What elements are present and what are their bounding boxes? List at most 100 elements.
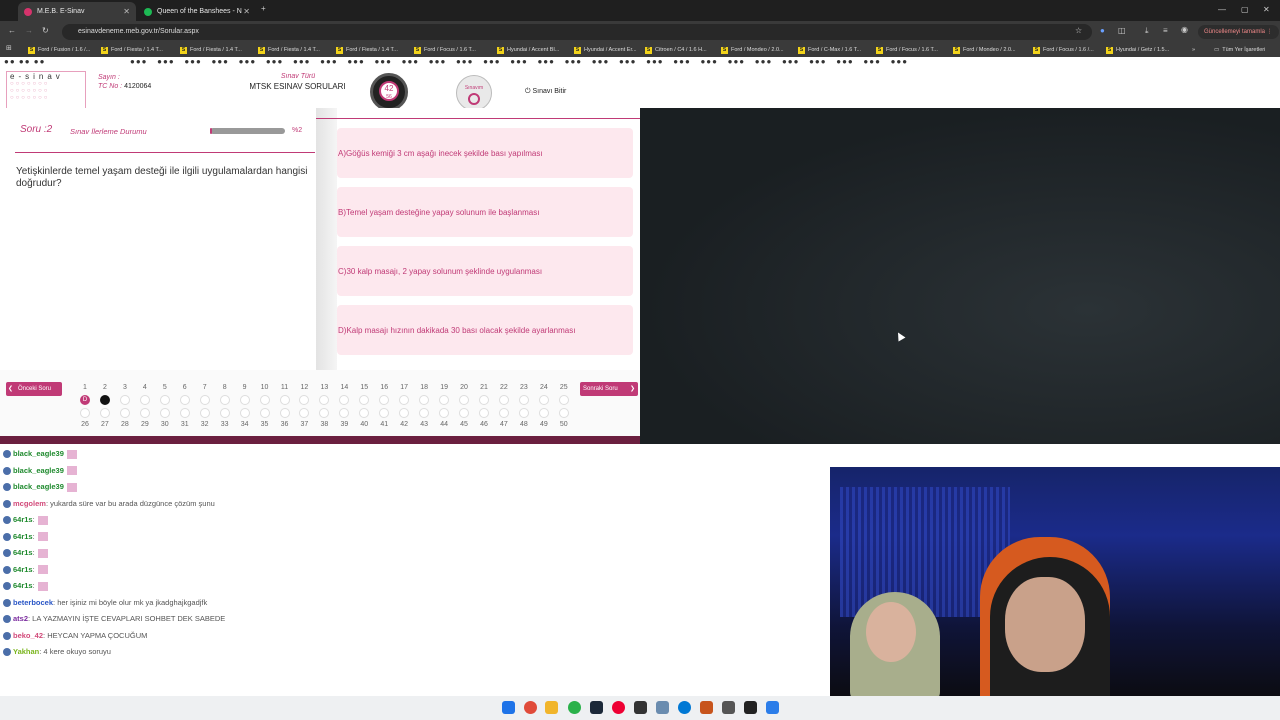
question-jump-35[interactable]: [259, 408, 270, 418]
question-jump-30[interactable]: [159, 408, 170, 418]
bookmark-item[interactable]: S Ford / Fiesta / 1.4 T...: [101, 45, 163, 55]
question-jump-46[interactable]: [479, 408, 489, 418]
chat-username[interactable]: beterbocek: [13, 598, 53, 607]
question-jump-24[interactable]: [538, 395, 549, 405]
question-jump-33[interactable]: [219, 408, 230, 418]
question-jump-9[interactable]: [239, 395, 250, 405]
next-question-button[interactable]: Sonraki Soru ❯: [580, 382, 638, 396]
bookmark-item[interactable]: S Citroen / C4 / 1.6 H...: [645, 45, 707, 55]
sinavim-badge[interactable]: Sınavım: [456, 75, 492, 111]
forward-icon[interactable]: →: [25, 26, 33, 35]
chat-username[interactable]: black_eagle39: [13, 482, 64, 491]
question-jump-25[interactable]: [558, 395, 569, 405]
app-icon[interactable]: [700, 701, 713, 714]
question-jump-5[interactable]: [159, 395, 170, 405]
media-icon[interactable]: ≡: [1163, 26, 1168, 35]
bookmark-item[interactable]: S Hyundai / Accent Bl...: [497, 45, 559, 55]
bookmark-item[interactable]: S Hyundai / Accent Er...: [574, 45, 637, 55]
reload-icon[interactable]: ↻: [42, 26, 49, 35]
bookmark-item[interactable]: S Ford / Fiesta / 1.4 T...: [336, 45, 398, 55]
question-jump-28[interactable]: [119, 408, 130, 418]
bookmarks-overflow-icon[interactable]: »: [1192, 45, 1195, 55]
bookmark-item[interactable]: S Ford / Focus / 1.6 /...: [1033, 45, 1094, 55]
chat-username[interactable]: beko_42: [13, 631, 43, 640]
app-icon[interactable]: [656, 701, 669, 714]
new-tab-icon[interactable]: +: [261, 4, 266, 13]
question-jump-47[interactable]: [498, 408, 509, 418]
extensions-icon[interactable]: ◫: [1118, 26, 1126, 35]
prev-question-button[interactable]: ❮ Önceki Soru: [6, 382, 62, 396]
question-jump-36[interactable]: [279, 408, 290, 418]
bookmark-item[interactable]: S Ford / Focus / 1.6 T...: [876, 45, 938, 55]
chrome-icon[interactable]: [524, 701, 537, 714]
question-jump-4[interactable]: [139, 395, 150, 405]
chat-username[interactable]: ats2: [13, 614, 28, 623]
question-jump-23[interactable]: [518, 395, 529, 405]
chat-username[interactable]: black_eagle39: [13, 449, 64, 458]
question-jump-21[interactable]: [479, 395, 489, 405]
edge-icon[interactable]: [678, 701, 691, 714]
question-jump-6[interactable]: [179, 395, 190, 405]
close-tab-icon[interactable]: ✕: [243, 7, 250, 16]
steam-icon[interactable]: [590, 701, 603, 714]
bookmark-item[interactable]: S Hyundai / Getz / 1.5...: [1106, 45, 1169, 55]
all-bookmarks[interactable]: ▭ Tüm Yer İşaretleri: [1214, 45, 1265, 55]
bookmark-item[interactable]: S Ford / Fusion / 1.6 /...: [28, 45, 90, 55]
question-jump-50[interactable]: [558, 408, 569, 418]
url-field[interactable]: esinavdeneme.meb.gov.tr/Sorular.aspx: [62, 24, 1092, 40]
question-jump-32[interactable]: [199, 408, 210, 418]
question-jump-45[interactable]: [459, 408, 470, 418]
close-tab-icon[interactable]: ✕: [123, 7, 130, 16]
bookmark-item[interactable]: S Ford / Fiesta / 1.4 T...: [180, 45, 242, 55]
extension-icon[interactable]: ●: [1100, 26, 1105, 35]
chat-username[interactable]: mcgolem: [13, 499, 46, 508]
terminal-icon[interactable]: [744, 701, 757, 714]
question-jump-3[interactable]: [119, 395, 130, 405]
chat-username[interactable]: 64r1s: [13, 581, 33, 590]
minimize-icon[interactable]: —: [1218, 5, 1226, 14]
option-a[interactable]: A)Göğüs kemiği 3 cm aşağı inecek şekilde…: [337, 128, 633, 178]
question-jump-31[interactable]: [179, 408, 190, 418]
calculator-icon[interactable]: [722, 701, 735, 714]
back-icon[interactable]: ←: [8, 26, 16, 35]
bookmark-item[interactable]: S Ford / Mondeo / 2.0...: [721, 45, 784, 55]
question-jump-10[interactable]: [259, 395, 270, 405]
bookmark-item[interactable]: S Ford / Mondeo / 2.0...: [953, 45, 1016, 55]
start-icon[interactable]: [502, 701, 515, 714]
option-b[interactable]: B)Temel yaşam desteğine yapay solunum il…: [337, 187, 633, 237]
apps-grid-icon[interactable]: ⊞: [6, 44, 12, 52]
chat-username[interactable]: 64r1s: [13, 548, 33, 557]
option-c[interactable]: C)30 kalp masajı, 2 yapay solunum şeklin…: [337, 246, 633, 296]
finish-exam-button[interactable]: ⏻ Sınavı Bitir: [525, 88, 566, 96]
profile-avatar-icon[interactable]: ◉: [1181, 25, 1188, 34]
folder-icon[interactable]: [545, 701, 558, 714]
app-icon[interactable]: [766, 701, 779, 714]
chat-username[interactable]: Yakhan: [13, 647, 39, 656]
close-window-icon[interactable]: ✕: [1263, 5, 1270, 14]
question-jump-34[interactable]: [239, 408, 250, 418]
question-jump-29[interactable]: [139, 408, 150, 418]
question-jump-1[interactable]: D: [80, 395, 90, 405]
chat-username[interactable]: 64r1s: [13, 532, 33, 541]
question-jump-20[interactable]: [459, 395, 470, 405]
question-jump-2[interactable]: [99, 395, 110, 405]
question-jump-22[interactable]: [498, 395, 509, 405]
whatsapp-icon[interactable]: [568, 701, 581, 714]
download-icon[interactable]: ⤓: [1145, 26, 1149, 36]
chat-username[interactable]: black_eagle39: [13, 466, 64, 475]
option-d[interactable]: D)Kalp masajı hızının dakikada 30 bası o…: [337, 305, 633, 355]
question-jump-11[interactable]: [279, 395, 290, 405]
tab-music[interactable]: Queen of the Banshees - N ✕: [138, 2, 256, 21]
question-jump-8[interactable]: [219, 395, 230, 405]
chat-username[interactable]: 64r1s: [13, 565, 33, 574]
bookmark-item[interactable]: S Ford / Focus / 1.6 T...: [414, 45, 476, 55]
maximize-icon[interactable]: ▢: [1241, 5, 1249, 14]
tab-esinav[interactable]: M.E.B. E-Sinav ✕: [18, 2, 136, 21]
chat-username[interactable]: 64r1s: [13, 515, 33, 524]
opera-icon[interactable]: [612, 701, 625, 714]
bookmark-item[interactable]: S Ford / Fiesta / 1.4 T...: [258, 45, 320, 55]
question-jump-49[interactable]: [538, 408, 549, 418]
question-jump-48[interactable]: [518, 408, 529, 418]
question-jump-27[interactable]: [99, 408, 110, 418]
bookmark-star-icon[interactable]: ☆: [1075, 26, 1082, 35]
